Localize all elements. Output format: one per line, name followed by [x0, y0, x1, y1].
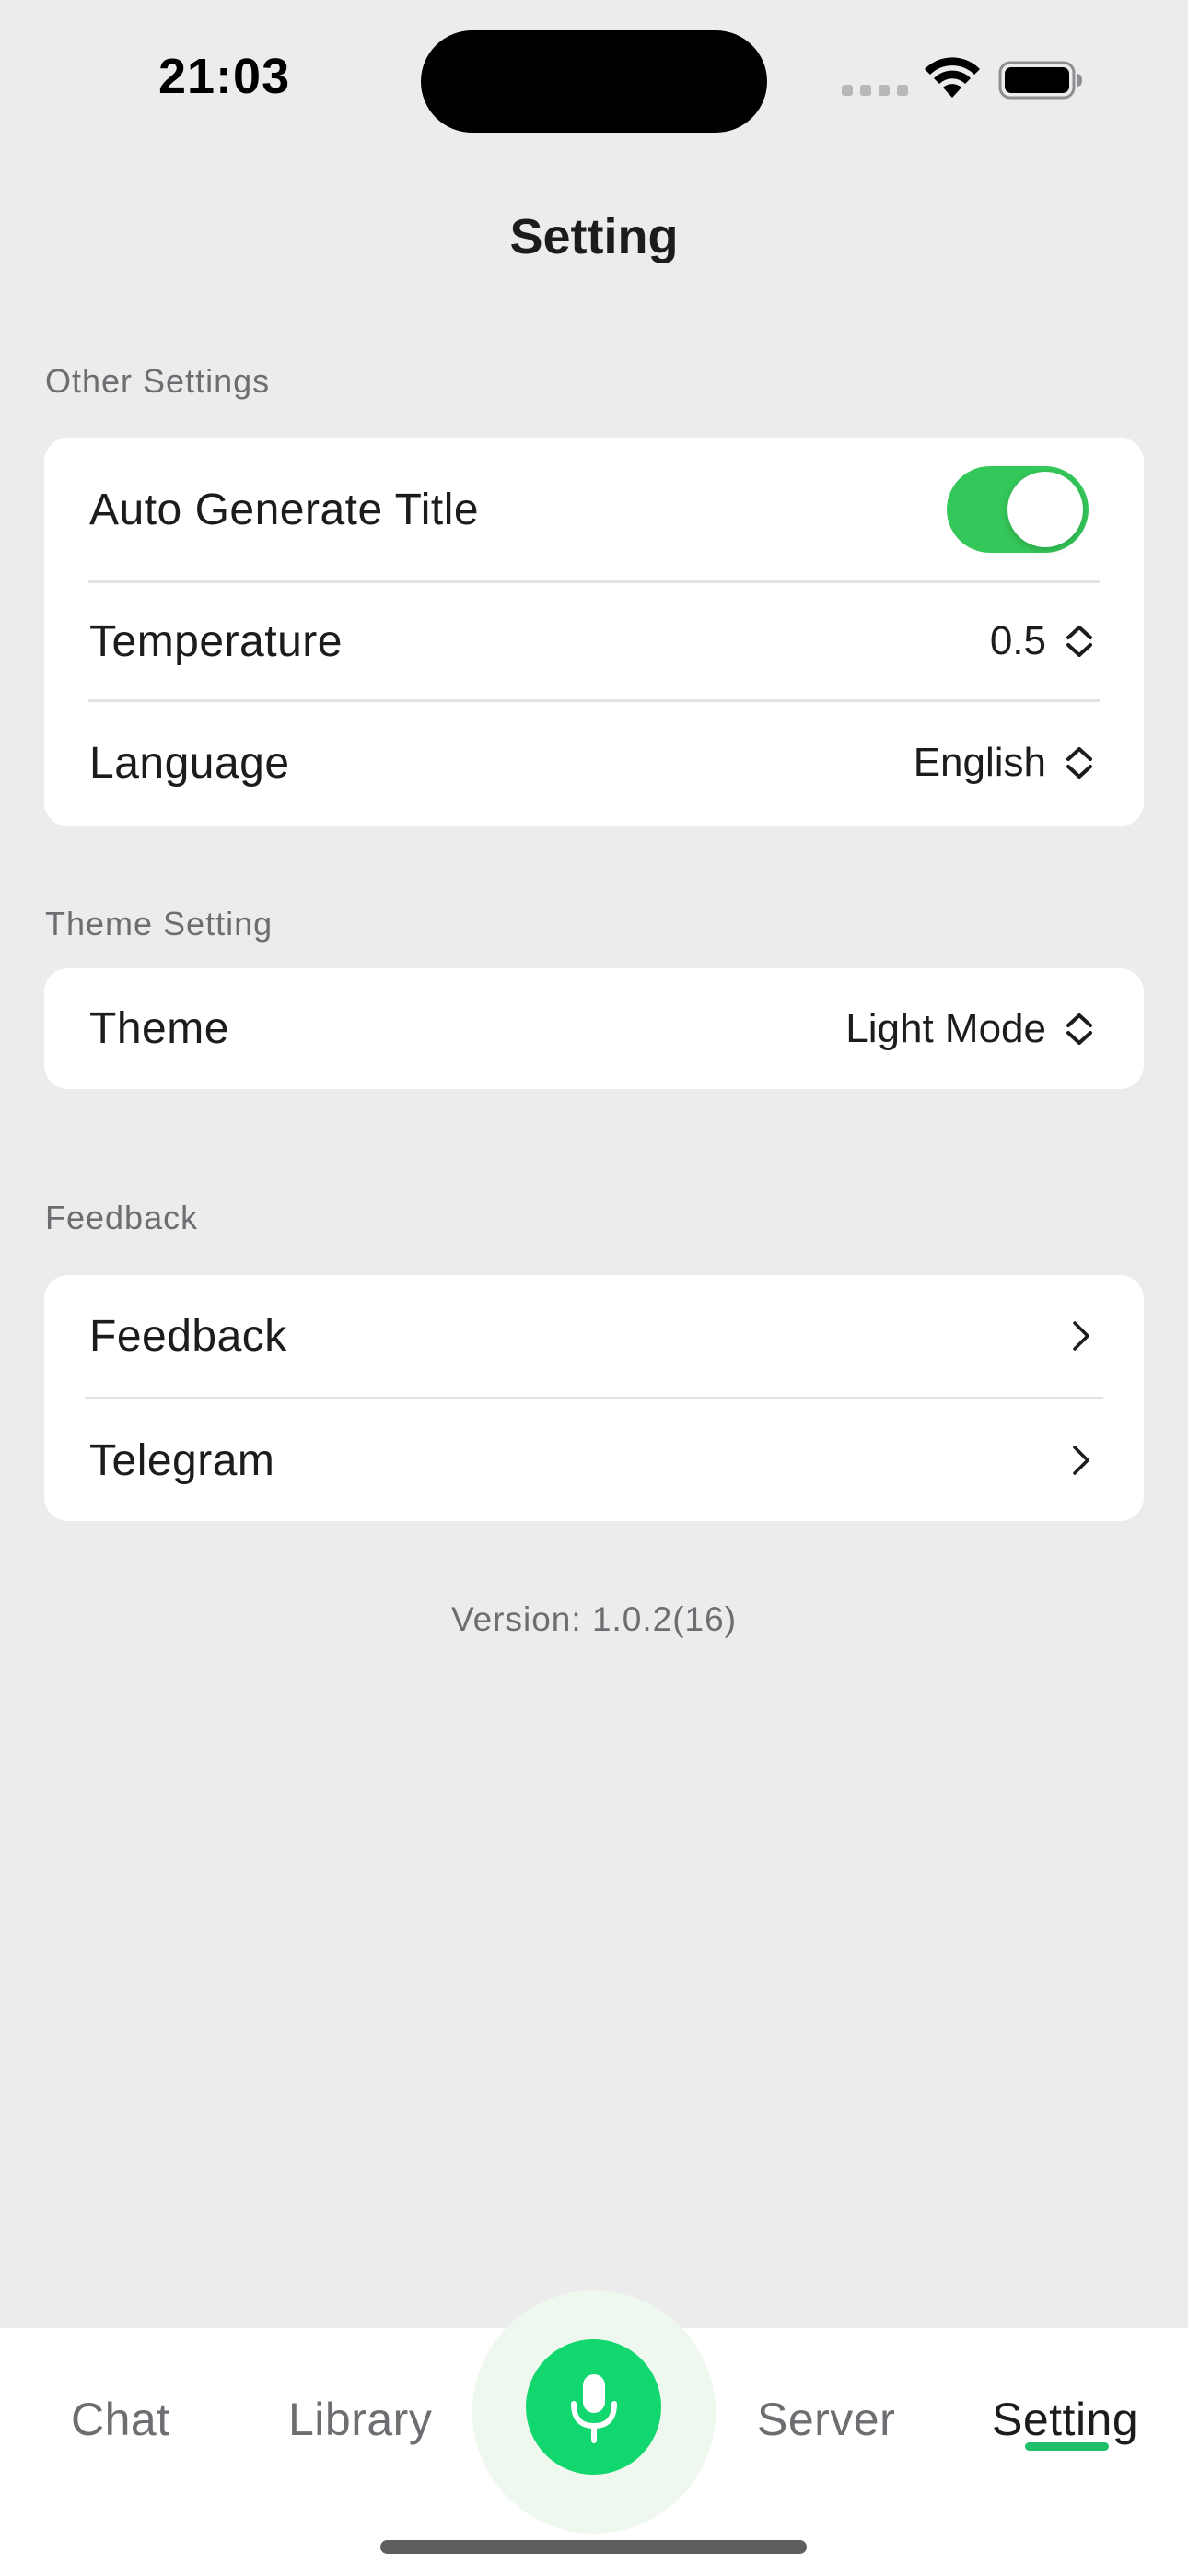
- section-header-other-settings: Other Settings: [45, 362, 271, 400]
- battery-icon: [998, 61, 1082, 100]
- chevron-up-down-icon: [1066, 626, 1092, 657]
- feedback-card: Feedback Telegram: [44, 1275, 1144, 1521]
- feedback-label: Feedback: [89, 1311, 287, 1361]
- chevron-up-down-icon: [1066, 1013, 1092, 1045]
- chevron-right-icon: [1073, 1446, 1089, 1475]
- version-label: Version: 1.0.2(16): [450, 1600, 738, 1638]
- telegram-label: Telegram: [89, 1435, 275, 1485]
- language-value: English: [913, 740, 1046, 785]
- language-row[interactable]: Language English: [44, 702, 1144, 824]
- auto-generate-title-toggle[interactable]: [947, 466, 1089, 553]
- chevron-right-icon: [1073, 1321, 1089, 1351]
- active-tab-indicator: [1025, 2442, 1109, 2451]
- theme-value: Light Mode: [845, 1005, 1046, 1051]
- page-title: Setting: [509, 209, 679, 264]
- language-label: Language: [89, 738, 290, 788]
- toggle-knob: [1007, 472, 1083, 547]
- auto-generate-title-label: Auto Generate Title: [89, 485, 480, 534]
- record-voice-button[interactable]: [526, 2339, 661, 2475]
- theme-card: Theme Light Mode: [44, 968, 1144, 1089]
- chevron-up-down-icon: [1066, 747, 1092, 779]
- settings-screen: 21:03 Setting Other Settings Auto Genera…: [0, 0, 1188, 2576]
- theme-row[interactable]: Theme Light Mode: [44, 968, 1144, 1089]
- section-header-feedback: Feedback: [45, 1199, 199, 1236]
- status-time: 21:03: [158, 49, 291, 104]
- section-header-theme-setting: Theme Setting: [45, 905, 274, 943]
- tab-chat[interactable]: Chat: [71, 2393, 170, 2446]
- feedback-row[interactable]: Feedback: [44, 1275, 1144, 1397]
- tab-server[interactable]: Server: [757, 2393, 895, 2446]
- telegram-row[interactable]: Telegram: [44, 1399, 1144, 1521]
- microphone-icon: [571, 2374, 617, 2443]
- theme-label: Theme: [89, 1004, 229, 1053]
- temperature-value: 0.5: [989, 618, 1046, 663]
- tab-library[interactable]: Library: [288, 2393, 432, 2446]
- temperature-row[interactable]: Temperature 0.5: [44, 583, 1144, 699]
- dynamic-island: [421, 30, 767, 133]
- cellular-signal-icon: [842, 85, 908, 96]
- home-indicator: [380, 2540, 807, 2554]
- tab-setting[interactable]: Setting: [992, 2393, 1138, 2446]
- temperature-label: Temperature: [89, 616, 343, 666]
- wifi-icon: [925, 57, 980, 98]
- status-icons: [842, 57, 1083, 101]
- auto-generate-title-row: Auto Generate Title: [44, 438, 1144, 581]
- other-settings-card: Auto Generate Title Temperature 0.5 Lang…: [44, 438, 1144, 826]
